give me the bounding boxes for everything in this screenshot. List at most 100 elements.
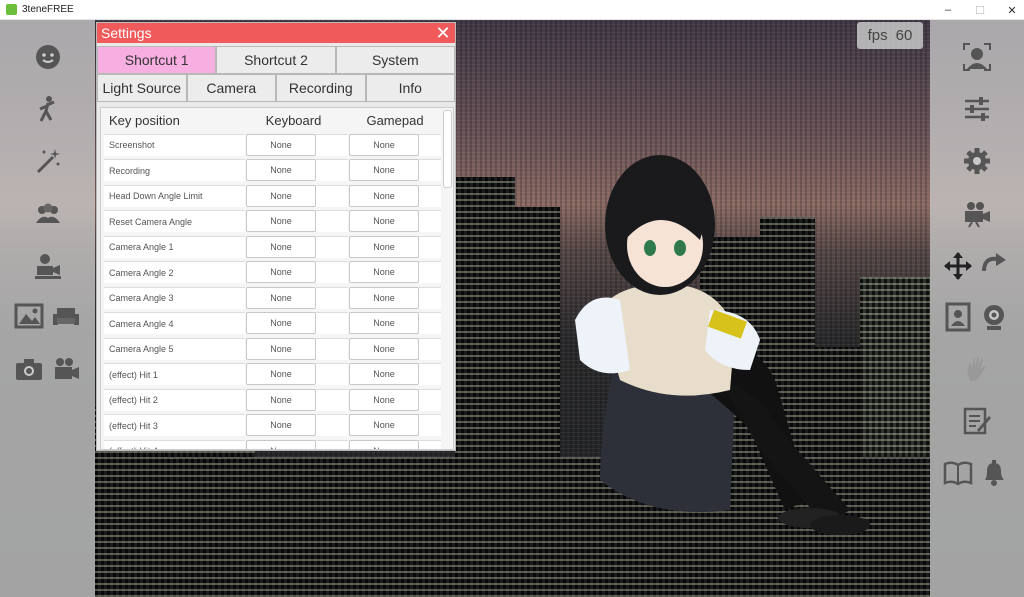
shortcut-table: Key position Keyboard Gamepad Screenshot… <box>100 107 454 450</box>
gamepad-binding-button[interactable]: None <box>349 159 419 182</box>
row-spacer <box>419 210 441 233</box>
gamepad-binding-button[interactable]: None <box>349 439 419 449</box>
settings-header: Settings ✕ <box>97 23 455 43</box>
gamepad-binding-button[interactable]: None <box>349 210 419 233</box>
keyboard-binding-button[interactable]: None <box>246 261 316 284</box>
tab-light-source[interactable]: Light Source <box>97 74 187 102</box>
row-name: (effect) Hit 4 <box>104 439 245 449</box>
table-header: Key position Keyboard Gamepad <box>101 108 453 132</box>
row-name: Screenshot <box>104 133 245 156</box>
gamepad-binding-button[interactable]: None <box>349 363 419 386</box>
avatar-camera-icon[interactable] <box>31 249 65 283</box>
keyboard-binding-button[interactable]: None <box>246 235 316 258</box>
sliders-icon[interactable] <box>960 92 994 126</box>
row-name: (effect) Hit 1 <box>104 363 245 386</box>
app-icon <box>6 4 17 15</box>
keyboard-binding-button[interactable]: None <box>246 184 316 207</box>
users-icon[interactable] <box>31 197 65 231</box>
col-gamepad: Gamepad <box>366 112 424 128</box>
table-row: Camera Angle 2 None None <box>104 260 453 286</box>
tab-info[interactable]: Info <box>365 74 455 102</box>
pose-icon[interactable] <box>31 92 65 126</box>
col-keyboard: Keyboard <box>265 112 322 128</box>
keyboard-binding-button[interactable]: None <box>246 414 316 437</box>
move-arrows-icon[interactable] <box>941 249 975 283</box>
window-titlebar: 3teneFREE <box>0 0 1024 20</box>
row-spacer <box>316 133 348 156</box>
face-icon[interactable] <box>31 40 65 74</box>
scrollbar[interactable] <box>443 110 452 188</box>
row-spacer <box>316 439 348 449</box>
keyboard-binding-button[interactable]: None <box>246 439 316 449</box>
row-name: Reset Camera Angle <box>104 210 245 233</box>
row-spacer <box>419 439 441 449</box>
table-row: (effect) Hit 3 None None <box>104 413 453 439</box>
gamepad-binding-button[interactable]: None <box>349 337 419 360</box>
keyboard-binding-button[interactable]: None <box>246 133 316 156</box>
table-row: (effect) Hit 4NoneNone <box>104 438 453 449</box>
gamepad-binding-button[interactable]: None <box>349 235 419 258</box>
camera-icon[interactable] <box>12 352 46 386</box>
row-name: Head Down Angle Limit <box>104 184 245 207</box>
gamepad-binding-button[interactable]: None <box>349 133 419 156</box>
row-spacer <box>419 261 441 284</box>
table-row: Reset Camera Angle None None <box>104 209 453 235</box>
tab-shortcut-2[interactable]: Shortcut 2 <box>216 46 336 74</box>
keyboard-binding-button[interactable]: None <box>246 312 316 335</box>
keyboard-binding-button[interactable]: None <box>246 286 316 309</box>
keyboard-binding-button[interactable]: None <box>246 210 316 233</box>
row-spacer <box>419 414 441 437</box>
settings-panel: Settings ✕ Shortcut 1 Shortcut 2 System … <box>96 22 456 451</box>
hand-wave-icon[interactable] <box>960 352 994 386</box>
tab-system[interactable]: System <box>335 46 455 74</box>
gamepad-binding-button[interactable]: None <box>349 312 419 335</box>
row-spacer <box>419 159 441 182</box>
row-spacer <box>419 388 441 411</box>
keyboard-binding-button[interactable]: None <box>246 159 316 182</box>
row-name: Camera Angle 5 <box>104 337 245 360</box>
bell-icon[interactable] <box>977 456 1011 490</box>
row-spacer <box>419 337 441 360</box>
gamepad-binding-button[interactable]: None <box>349 414 419 437</box>
row-spacer <box>316 184 348 207</box>
close-window-button[interactable]: ✕ <box>992 0 1024 20</box>
webcam-icon[interactable] <box>977 300 1011 334</box>
gamepad-binding-button[interactable]: None <box>349 388 419 411</box>
table-body: Screenshot None None Recording None None Head … <box>101 132 453 449</box>
gamepad-binding-button[interactable]: None <box>349 261 419 284</box>
row-name: (effect) Hit 2 <box>104 388 245 411</box>
image-icon[interactable] <box>12 299 46 333</box>
gamepad-binding-button[interactable]: None <box>349 286 419 309</box>
row-name: Camera Angle 4 <box>104 312 245 335</box>
row-name: Camera Angle 1 <box>104 235 245 258</box>
table-row: Camera Angle 1 None None <box>104 234 453 260</box>
close-icon[interactable]: ✕ <box>433 23 453 43</box>
row-spacer <box>419 286 441 309</box>
keyboard-binding-button[interactable]: None <box>246 337 316 360</box>
avatar-character[interactable] <box>560 130 880 550</box>
settings-title: Settings <box>101 25 152 41</box>
row-name: (effect) Hit 3 <box>104 414 245 437</box>
book-icon[interactable] <box>941 456 975 490</box>
magic-wand-icon[interactable] <box>31 144 65 178</box>
row-spacer <box>316 363 348 386</box>
fps-counter: fps 60 <box>857 22 923 49</box>
table-row: Camera Angle 4 None None <box>104 311 453 337</box>
portrait-icon[interactable] <box>941 300 975 334</box>
notes-icon[interactable] <box>960 404 994 438</box>
gear-icon[interactable] <box>960 144 994 178</box>
table-row: Camera Angle 5 None None <box>104 336 453 362</box>
keyboard-binding-button[interactable]: None <box>246 363 316 386</box>
row-name: Recording <box>104 159 245 182</box>
person-frame-icon[interactable] <box>960 40 994 74</box>
video-camera-icon[interactable] <box>49 352 83 386</box>
movie-camera-icon[interactable] <box>960 196 994 230</box>
row-spacer <box>419 363 441 386</box>
sofa-icon[interactable] <box>49 299 83 333</box>
tab-camera[interactable]: Camera <box>186 74 276 102</box>
rotate-icon[interactable] <box>977 249 1011 283</box>
keyboard-binding-button[interactable]: None <box>246 388 316 411</box>
tab-shortcut-1[interactable]: Shortcut 1 <box>97 46 217 74</box>
gamepad-binding-button[interactable]: None <box>349 184 419 207</box>
tab-recording[interactable]: Recording <box>276 74 366 102</box>
